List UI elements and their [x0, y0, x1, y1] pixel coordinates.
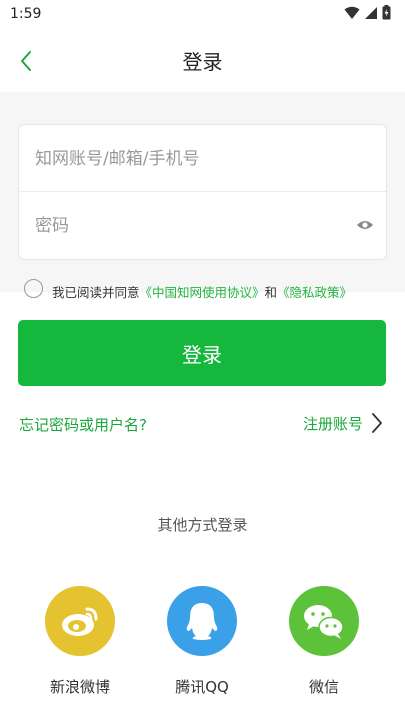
status-icons: [344, 5, 391, 20]
qq-icon: [167, 586, 237, 656]
login-form: [18, 124, 387, 260]
form-area: [0, 92, 405, 292]
password-input[interactable]: [33, 192, 337, 260]
forgot-password-link[interactable]: 忘记密码或用户名?: [19, 414, 147, 435]
agree-checkbox[interactable]: [24, 279, 43, 298]
agreement-text: 我已阅读并同意《中国知网使用协议》和《隐私政策》: [52, 282, 352, 301]
signal-icon: [365, 6, 377, 19]
wechat-login[interactable]: 微信: [279, 586, 369, 697]
weibo-login[interactable]: 新浪微博: [35, 586, 125, 697]
page-title: 登录: [182, 50, 223, 74]
status-bar: 1:59: [0, 0, 405, 30]
nav-bar: 登录: [0, 30, 405, 92]
agreement-row: 我已阅读并同意《中国知网使用协议》和《隐私政策》: [24, 279, 394, 301]
qq-login[interactable]: 腾讯QQ: [157, 586, 247, 697]
other-login-label: 其他方式登录: [157, 516, 248, 534]
status-time: 1:59: [10, 6, 42, 22]
wechat-label: 微信: [308, 678, 339, 696]
privacy-link[interactable]: 《隐私政策》: [277, 285, 352, 300]
register-label: 注册账号: [302, 414, 363, 433]
weibo-icon: [45, 586, 115, 656]
weibo-label: 新浪微博: [49, 678, 110, 696]
terms-link[interactable]: 《中国知网使用协议》: [140, 285, 265, 300]
password-field: [19, 192, 386, 260]
wechat-icon: [289, 586, 359, 656]
login-button[interactable]: 登录: [18, 320, 386, 386]
account-input[interactable]: [33, 125, 367, 193]
agreement-conjunction: 和: [264, 285, 278, 300]
account-field: [19, 125, 386, 193]
agreement-prefix: 我已阅读并同意: [52, 285, 140, 300]
chevron-right-icon: [372, 413, 382, 433]
eye-icon[interactable]: [356, 216, 374, 234]
qq-label: 腾讯QQ: [175, 678, 229, 696]
battery-icon: [382, 5, 391, 20]
register-link[interactable]: 注册账号: [303, 412, 383, 434]
wifi-icon: [344, 6, 360, 19]
